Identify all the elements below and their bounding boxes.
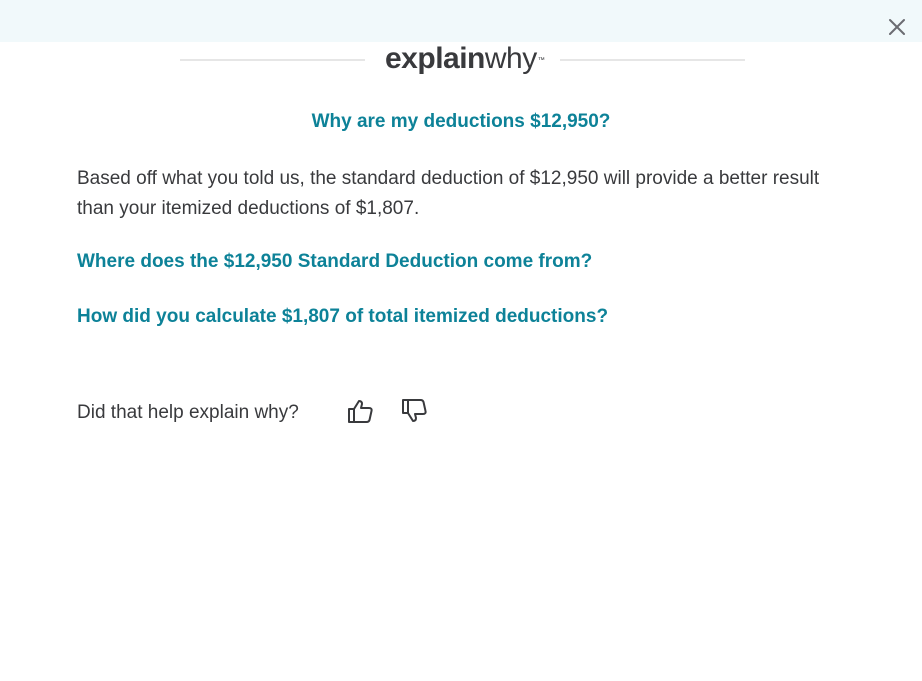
thumbs-up-button[interactable] — [345, 396, 375, 426]
thumbs-down-icon — [402, 399, 427, 422]
close-icon — [889, 19, 905, 35]
standard-deduction-link[interactable]: Where does the $12,950 Standard Deductio… — [77, 251, 592, 273]
thumbs-down-button[interactable] — [399, 396, 429, 426]
thumbs-up-icon — [348, 400, 373, 423]
brand-header: explainwhy™ — [0, 38, 922, 82]
top-bar — [0, 0, 922, 42]
divider-right — [560, 59, 745, 61]
close-button[interactable] — [884, 14, 910, 40]
itemized-deductions-link[interactable]: How did you calculate $1,807 of total it… — [77, 306, 608, 328]
divider-left — [180, 59, 365, 61]
question-heading: Why are my deductions $12,950? — [311, 111, 611, 132]
explainwhy-logo: explainwhy™ — [385, 42, 545, 75]
feedback-prompt: Did that help explain why? — [77, 402, 299, 423]
answer-text: Based off what you told us, the standard… — [77, 168, 820, 219]
